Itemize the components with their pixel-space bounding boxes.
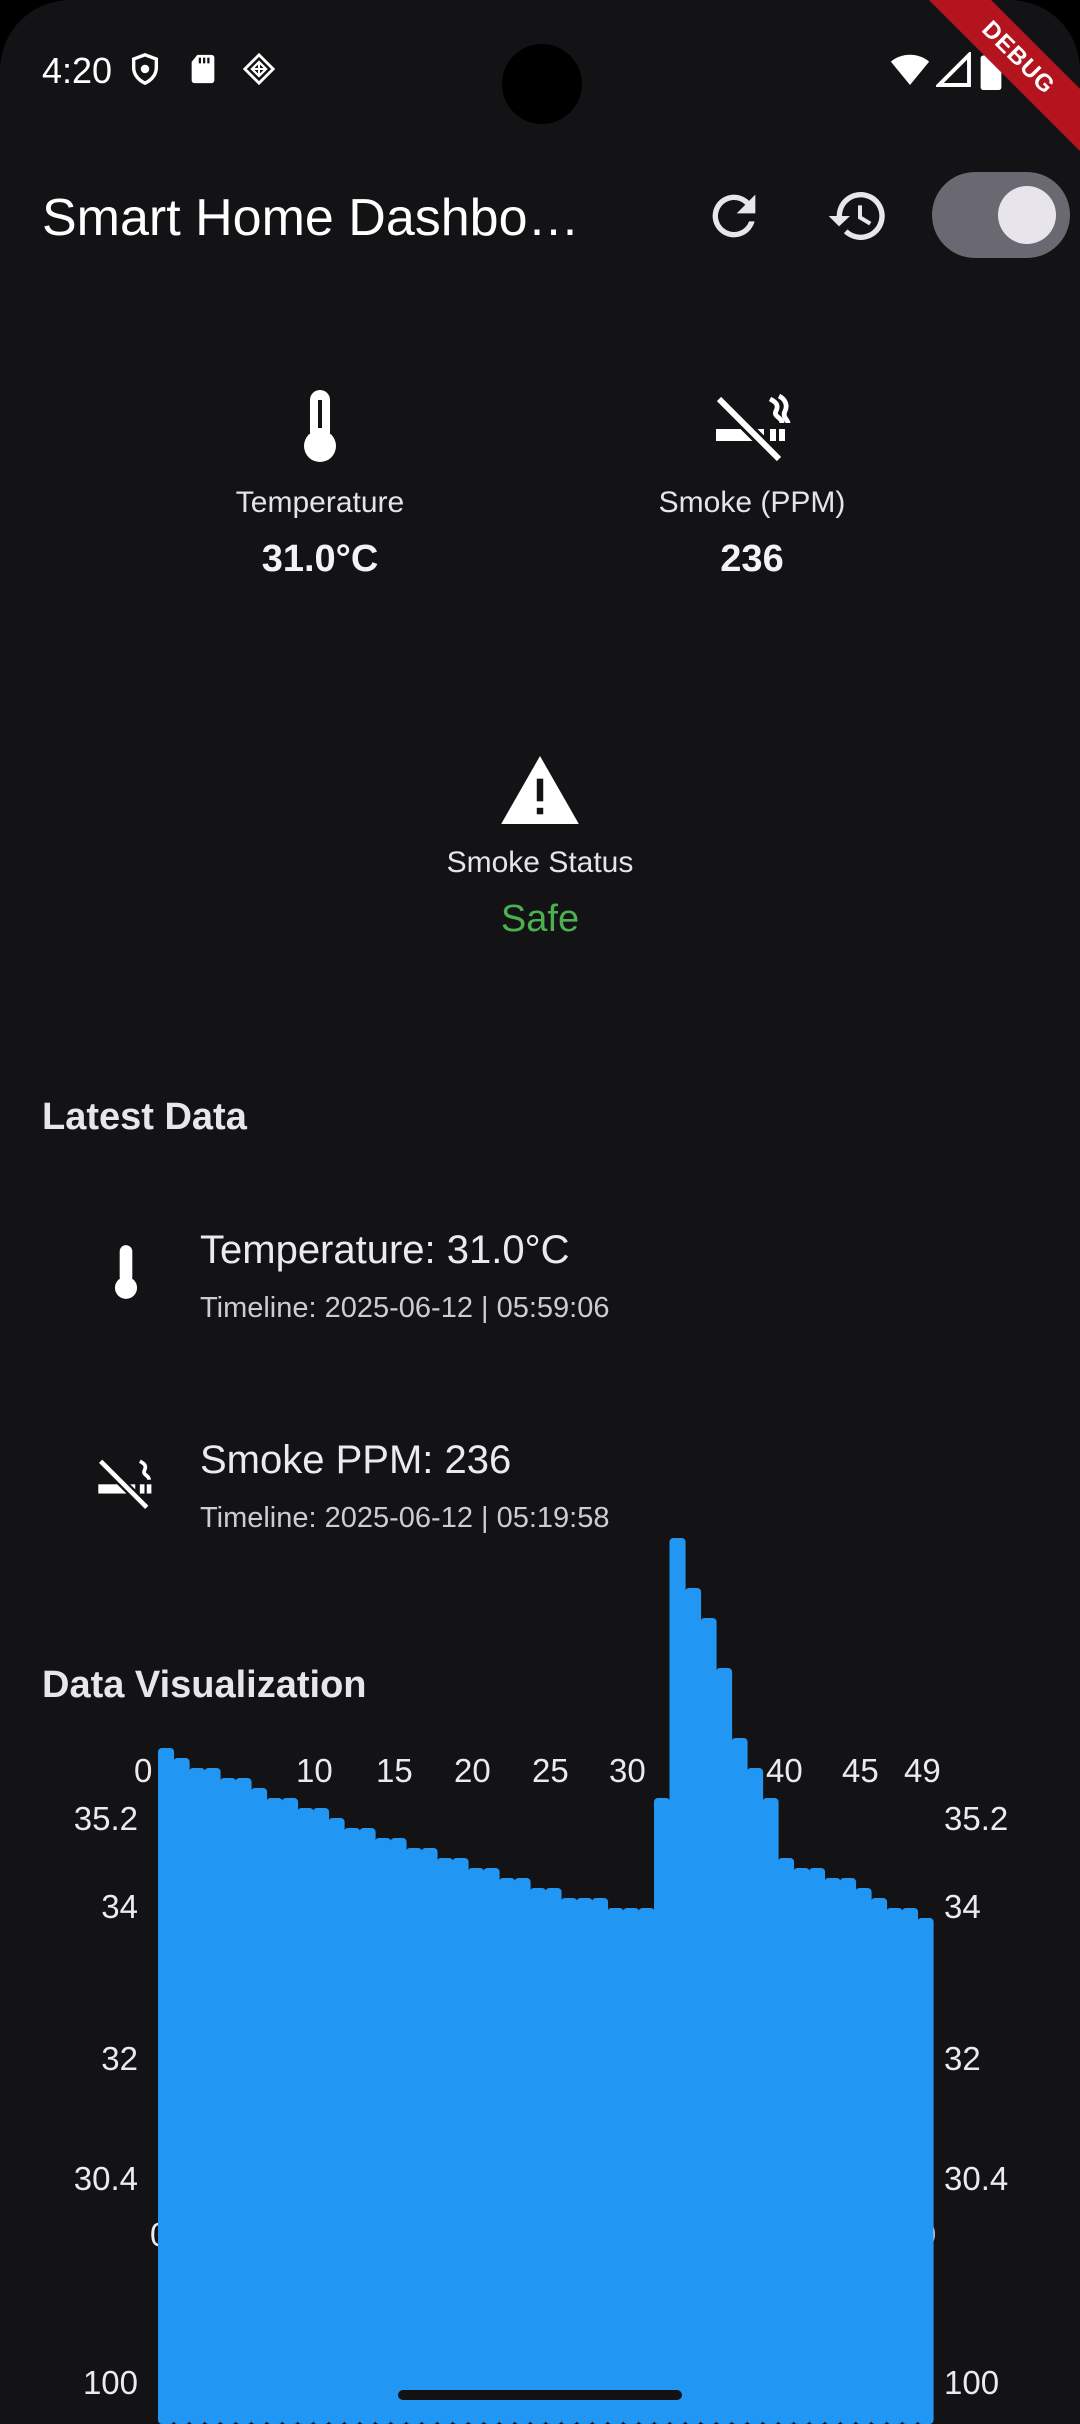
- chart-bar: [235, 1778, 252, 2424]
- chart-bar: [638, 1908, 655, 2424]
- chart-bar: [251, 1788, 268, 2424]
- chart-bar: [731, 1738, 748, 2424]
- chart-bar: [297, 1808, 314, 2424]
- chart-bar: [158, 1748, 175, 2424]
- chart-bar: [607, 1908, 624, 2424]
- chart-bars: [158, 1538, 934, 2424]
- chart-bar: [375, 1838, 392, 2424]
- chart-bar: [917, 1918, 934, 2424]
- chart-bar: [747, 1768, 764, 2424]
- chart-bar: [421, 1848, 438, 2424]
- chart-bar: [778, 1858, 795, 2424]
- chart-bar: [902, 1908, 919, 2424]
- chart-bar: [204, 1768, 221, 2424]
- chart-bar: [390, 1838, 407, 2424]
- chart-bar: [406, 1848, 423, 2424]
- chart-bar: [220, 1778, 237, 2424]
- chart-bar: [266, 1798, 283, 2424]
- chart-bar: [716, 1668, 733, 2424]
- chart-bar: [840, 1878, 857, 2424]
- chart-bar: [809, 1868, 826, 2424]
- chart-bar: [623, 1908, 640, 2424]
- chart-bar: [530, 1888, 547, 2424]
- chart-bar: [576, 1898, 593, 2424]
- chart-bar: [762, 1798, 779, 2424]
- chart-bar: [886, 1908, 903, 2424]
- chart-bar: [545, 1888, 562, 2424]
- chart-bar: [189, 1768, 206, 2424]
- app-screen: 4:20 DEBUG Smart Home Dashbo… Temperatur…: [0, 0, 1080, 2424]
- chart-bar: [483, 1868, 500, 2424]
- chart-bar: [669, 1538, 686, 2424]
- chart-bar: [824, 1878, 841, 2424]
- chart-bar: [499, 1878, 516, 2424]
- chart-bar: [793, 1868, 810, 2424]
- chart-bar: [344, 1828, 361, 2424]
- chart-bar: [328, 1818, 345, 2424]
- chart-bar: [452, 1858, 469, 2424]
- chart-bar: [359, 1828, 376, 2424]
- chart-bar: [282, 1798, 299, 2424]
- chart-bar: [592, 1898, 609, 2424]
- chart-bar: [468, 1868, 485, 2424]
- chart-bar: [561, 1898, 578, 2424]
- chart-bar: [654, 1798, 671, 2424]
- home-indicator[interactable]: [398, 2390, 682, 2400]
- chart-bar: [313, 1808, 330, 2424]
- chart-bar: [855, 1888, 872, 2424]
- chart-bar: [514, 1878, 531, 2424]
- chart-bar: [700, 1618, 717, 2424]
- chart-bar: [871, 1898, 888, 2424]
- chart-bar: [173, 1758, 190, 2424]
- chart-bar: [685, 1588, 702, 2424]
- chart-bar: [437, 1858, 454, 2424]
